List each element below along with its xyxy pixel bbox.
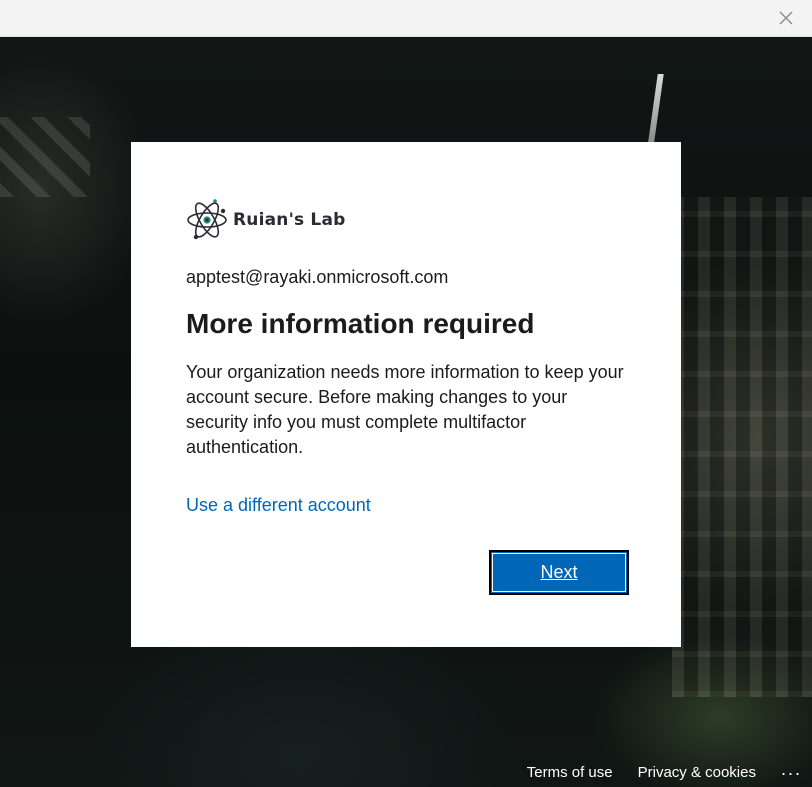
account-email: apptest@rayaki.onmicrosoft.com [186, 267, 449, 287]
description-text: Your organization needs more information… [186, 362, 624, 457]
footer: Terms of use Privacy & cookies ... [527, 757, 812, 787]
sign-in-window: Ruian's Lab apptest@rayaki.onmicrosoft.c… [0, 0, 812, 787]
use-different-account-link[interactable]: Use a different account [186, 495, 371, 516]
background-tower [672, 197, 812, 697]
atom-logo-icon [187, 199, 227, 240]
sign-in-card: Ruian's Lab apptest@rayaki.onmicrosoft.c… [131, 142, 681, 647]
title-bar [0, 0, 812, 37]
more-options-button[interactable]: ... [781, 759, 802, 780]
company-logo: Ruian's Lab [186, 197, 626, 243]
terms-of-use-link[interactable]: Terms of use [527, 764, 613, 781]
background-blocks [0, 117, 90, 197]
next-button[interactable]: Next [489, 550, 629, 595]
page-title: More information required [186, 308, 535, 339]
close-button[interactable] [774, 6, 798, 30]
privacy-cookies-link[interactable]: Privacy & cookies [638, 764, 756, 781]
close-icon [779, 11, 793, 25]
company-name: Ruian's Lab [233, 210, 346, 230]
